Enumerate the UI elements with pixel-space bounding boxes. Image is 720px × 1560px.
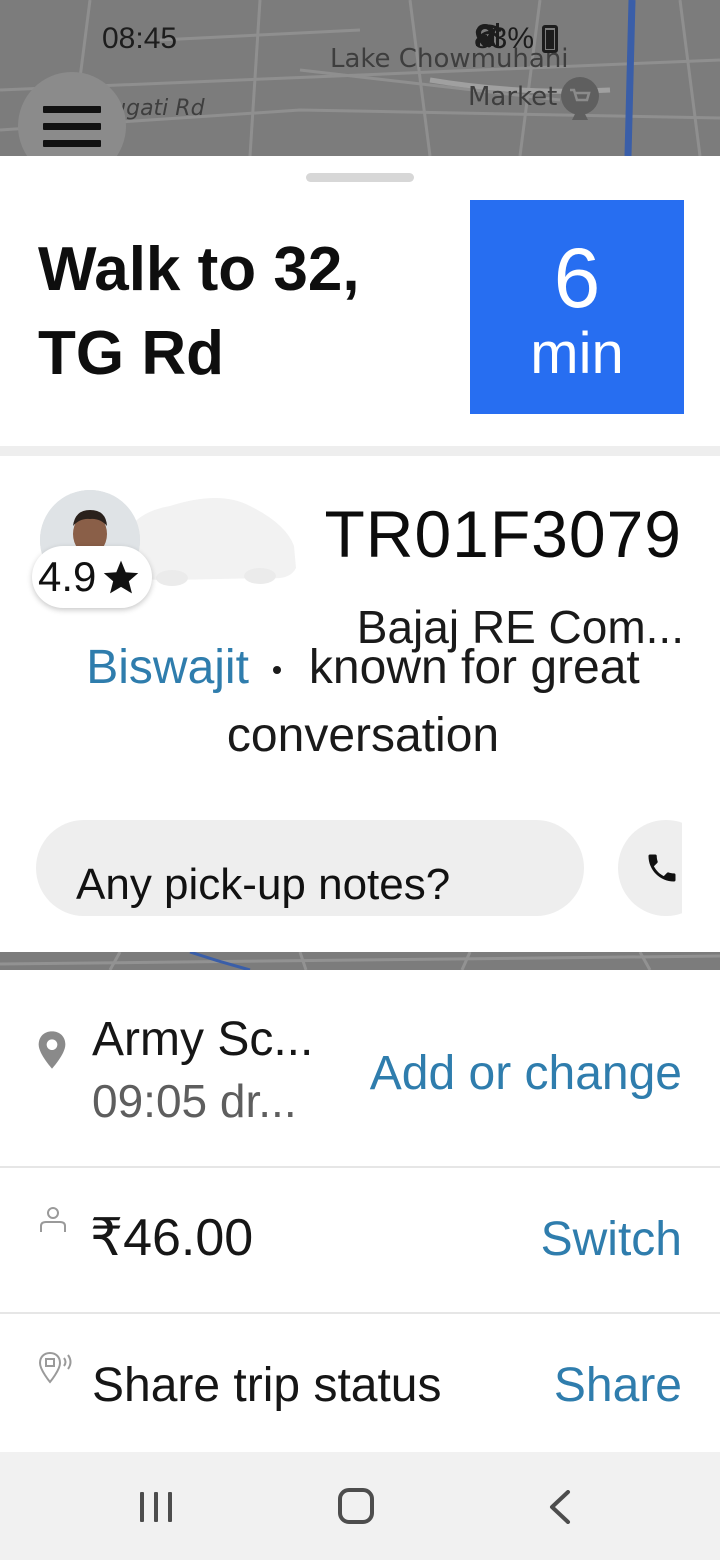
status-time: 08:45	[102, 22, 178, 55]
separator-dot	[272, 666, 281, 675]
phone-icon	[648, 854, 676, 882]
destination-arrival: 09:05 dr...	[92, 1075, 297, 1127]
share-location-icon	[38, 1351, 72, 1384]
fare-amount: ₹46.00	[90, 1209, 254, 1267]
trip-sheet: Walk to 32, TG Rd 6 min 4.9 TR01F3079 Ba…	[0, 156, 720, 952]
eta-badge: 6 min	[470, 200, 684, 414]
share-trip-label: Share trip status	[92, 1359, 442, 1412]
map-road-label: ıgati Rd	[120, 96, 205, 121]
license-plate: TR01F3079	[324, 497, 682, 571]
recent-apps-icon[interactable]	[140, 1492, 174, 1522]
market-pin-icon	[561, 77, 599, 120]
driver-compliment: known for great conversation	[226, 641, 640, 762]
home-icon[interactable]	[338, 1488, 374, 1524]
call-button[interactable]	[618, 820, 682, 916]
map-strip	[0, 952, 720, 970]
share-link[interactable]: Share	[554, 1358, 682, 1413]
driver-rating: 4.9	[32, 546, 153, 608]
section-divider	[0, 446, 720, 456]
switch-payment-link[interactable]: Switch	[541, 1212, 682, 1267]
map-roads-lower	[0, 952, 720, 970]
destination-name: Army Sc...	[92, 1013, 314, 1066]
star-icon	[104, 560, 139, 594]
add-or-change-link[interactable]: Add or change	[370, 1046, 682, 1101]
map-poi-label: Lake Chowmuhani	[330, 44, 569, 74]
rating-value: 4.9	[38, 553, 97, 600]
sheet-handle[interactable]	[306, 173, 414, 182]
system-navigation-bar	[0, 1452, 720, 1560]
map-view[interactable]: 08:45 83% ıgati Rd Lake Chowmuhani Marke…	[0, 0, 720, 156]
eta-value: 6	[553, 231, 601, 325]
location-pin-icon	[38, 1031, 66, 1069]
walk-title: Walk to 32, TG Rd	[38, 235, 360, 388]
eta-unit: min	[530, 321, 624, 386]
driver-info: Biswajit known for great conversation	[38, 634, 688, 770]
driver-name[interactable]: Biswajit	[86, 641, 249, 694]
person-icon	[40, 1207, 66, 1232]
back-icon[interactable]	[546, 1490, 574, 1524]
map-poi-label-2: Market	[468, 82, 558, 112]
pickup-notes-field[interactable]: Any pick-up notes?	[36, 820, 584, 916]
pickup-notes-placeholder: Any pick-up notes?	[76, 860, 451, 909]
